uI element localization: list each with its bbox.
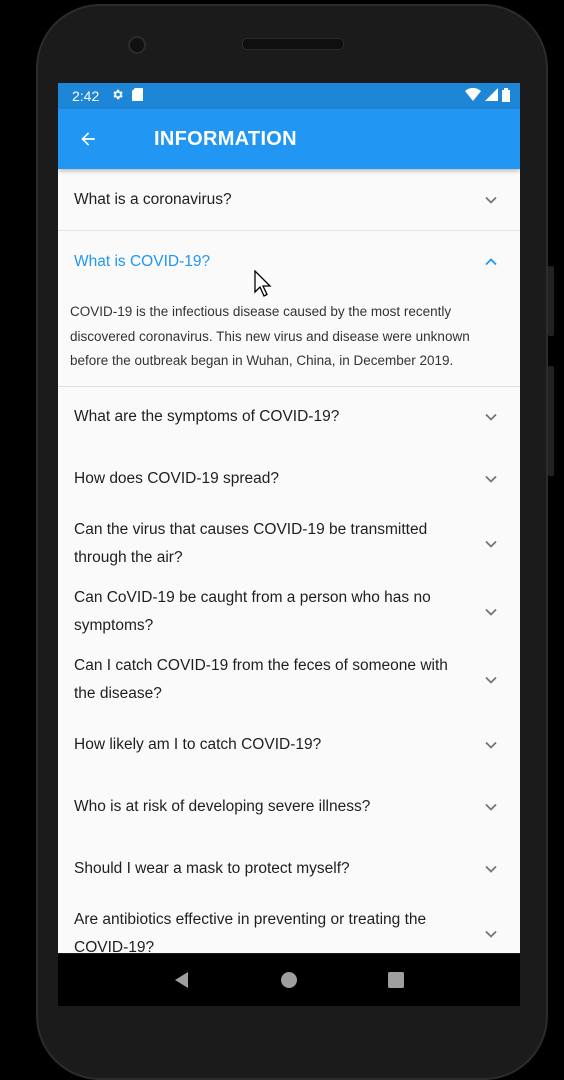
chevron-down-icon [485, 676, 497, 684]
faq-item[interactable]: Can I catch COVID-19 from the feces of s… [58, 646, 520, 714]
chevron-up-icon [485, 257, 497, 265]
faq-question: How likely am I to catch COVID-19? [74, 735, 322, 753]
chevron-down-icon [485, 865, 497, 873]
front-camera [128, 36, 146, 54]
screen: 2:42 INFORMATION What is a coronavirus? [58, 83, 520, 953]
back-triangle-icon [174, 972, 188, 988]
wifi-icon [465, 87, 481, 104]
faq-question: Are antibiotics effective in preventing … [74, 910, 427, 954]
faq-item[interactable]: Are antibiotics effective in preventing … [58, 900, 520, 954]
arrow-left-icon [81, 132, 95, 146]
faq-question: Who is at risk of developing severe illn… [74, 797, 371, 815]
chevron-down-icon [485, 475, 497, 483]
recents-square-icon [388, 972, 405, 988]
faq-question: Can I catch COVID-19 from the feces of s… [74, 656, 448, 702]
faq-list[interactable]: What is a coronavirus? What is COVID-19?… [58, 169, 520, 953]
chevron-down-icon [485, 741, 497, 749]
faq-answer: COVID-19 is the infectious disease cause… [58, 292, 520, 387]
faq-item[interactable]: Can CoVID-19 be caught from a person who… [58, 578, 520, 646]
chevron-down-icon [485, 803, 497, 811]
chevron-down-icon [485, 930, 497, 938]
power-button [548, 266, 554, 336]
faq-question: Can the virus that causes COVID-19 be tr… [74, 520, 428, 566]
home-circle-icon [280, 972, 297, 988]
volume-button [548, 366, 554, 476]
faq-question: Should I wear a mask to protect myself? [74, 859, 350, 877]
system-nav-bar [58, 954, 520, 1006]
status-bar: 2:42 [58, 83, 520, 109]
sim-card-icon [132, 88, 144, 104]
chevron-down-icon [485, 196, 497, 204]
faq-item[interactable]: How likely am I to catch COVID-19? [58, 714, 520, 776]
faq-item[interactable]: Should I wear a mask to protect myself? [58, 838, 520, 900]
faq-question: Can CoVID-19 be caught from a person who… [74, 588, 431, 634]
status-time: 2:42 [72, 88, 100, 104]
app-bar: INFORMATION [58, 109, 520, 169]
faq-item[interactable]: How does COVID-19 spread? [58, 448, 520, 510]
faq-question: What is COVID-19? [74, 252, 211, 270]
faq-question: How does COVID-19 spread? [74, 469, 280, 487]
gear-icon [111, 88, 124, 104]
nav-home-button[interactable] [274, 965, 304, 995]
earpiece-speaker [242, 38, 344, 50]
page-title: INFORMATION [154, 127, 297, 150]
battery-icon [502, 87, 510, 105]
faq-question: What is a coronavirus? [74, 190, 232, 208]
faq-item-expanded[interactable]: What is COVID-19? [58, 231, 520, 292]
nav-recents-button[interactable] [381, 965, 411, 995]
chevron-down-icon [485, 413, 497, 421]
chevron-down-icon [485, 540, 497, 548]
faq-question: What are the symptoms of COVID-19? [74, 408, 340, 425]
nav-back-button[interactable] [167, 965, 197, 995]
faq-item[interactable]: Who is at risk of developing severe illn… [58, 776, 520, 838]
mouse-cursor-icon [254, 270, 272, 297]
faq-item[interactable]: What are the symptoms of COVID-19? [58, 387, 520, 448]
faq-item[interactable]: Can the virus that causes COVID-19 be tr… [58, 510, 520, 578]
chevron-down-icon [485, 608, 497, 616]
back-button[interactable] [78, 127, 102, 151]
signal-icon [485, 88, 498, 104]
faq-item[interactable]: What is a coronavirus? [58, 169, 520, 230]
